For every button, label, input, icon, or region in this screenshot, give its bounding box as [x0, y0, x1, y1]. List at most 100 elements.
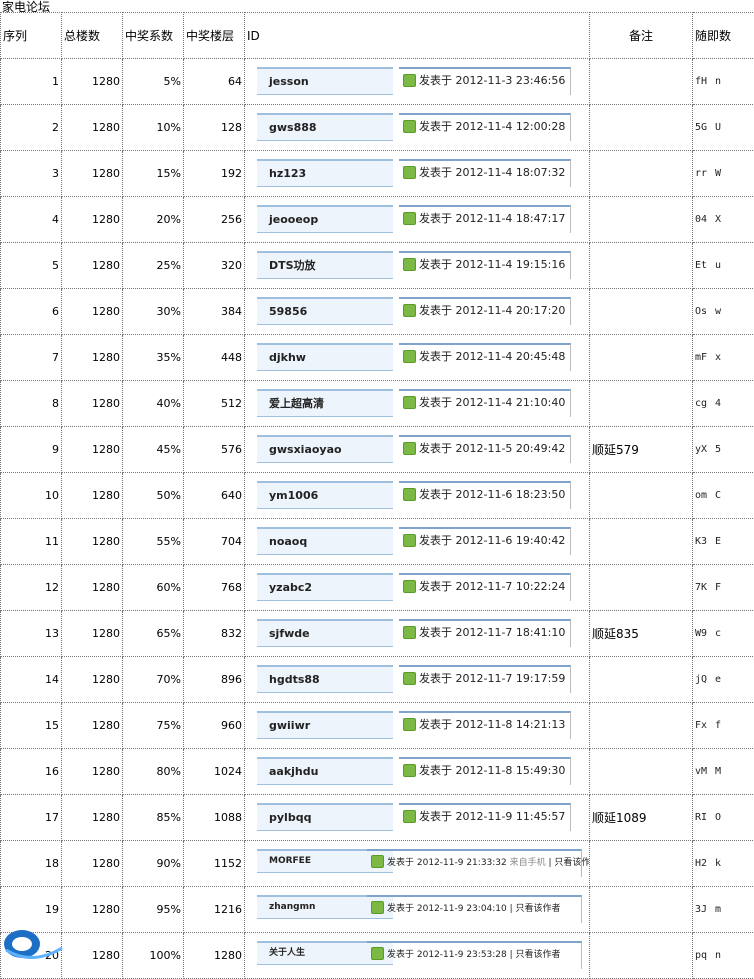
- post-icon: [403, 166, 416, 179]
- cell-total: 1280: [62, 795, 123, 841]
- cell-note: [590, 933, 693, 979]
- username-link[interactable]: sjfwde: [257, 619, 393, 647]
- only-author-link[interactable]: 只看该作者: [516, 950, 561, 960]
- cell-seq: 1: [1, 59, 62, 105]
- cell-rand: 3Jm: [693, 887, 754, 933]
- post-time: 2012-11-7 19:17:59: [456, 672, 566, 685]
- post-time: 2012-11-7 18:41:10: [456, 626, 566, 639]
- cell-seq: 12: [1, 565, 62, 611]
- cell-coef: 60%: [123, 565, 184, 611]
- cell-rand: H2k: [693, 841, 754, 887]
- cell-id: aakjhdu发表于 2012-11-8 15:49:30: [245, 749, 590, 795]
- rand-part-b: x: [715, 352, 735, 363]
- cell-seq: 9: [1, 427, 62, 473]
- cell-rand: W9c: [693, 611, 754, 657]
- username-link[interactable]: yzabc2: [257, 573, 393, 601]
- header-note: 备注: [590, 13, 693, 59]
- table-row: 4128020%256jeooeop发表于 2012-11-4 18:47:17…: [1, 197, 754, 243]
- post-snippet: sjfwde 发表于 2012-11-7 18:41:10: [247, 611, 587, 656]
- rand-part-b: w: [715, 306, 735, 317]
- username-link[interactable]: noaoq: [257, 527, 393, 555]
- username-link[interactable]: hgdts88: [257, 665, 393, 693]
- post-prefix: 发表于: [419, 488, 452, 501]
- username-link[interactable]: gws888: [257, 113, 393, 141]
- post-snippet: pylbqq发表于 2012-11-9 11:45:57: [247, 795, 587, 840]
- cell-id: hgdts88发表于 2012-11-7 19:17:59: [245, 657, 590, 703]
- username-link[interactable]: hz123: [257, 159, 393, 187]
- cell-floor: 320: [184, 243, 245, 289]
- cell-note: [590, 887, 693, 933]
- rand-part-b: u: [715, 260, 735, 271]
- cell-note: [590, 151, 693, 197]
- username-link[interactable]: gwiiwr: [257, 711, 393, 739]
- post-info: 发表于 2012-11-4 20:45:48: [399, 343, 571, 371]
- username-link[interactable]: pylbqq: [257, 803, 393, 831]
- post-icon: [371, 947, 384, 960]
- post-icon: [403, 718, 416, 731]
- post-info: 发表于 2012-11-4 21:10:40: [399, 389, 571, 417]
- post-icon: [403, 350, 416, 363]
- cell-coef: 15%: [123, 151, 184, 197]
- only-author-link[interactable]: 只看该作者: [516, 904, 561, 914]
- cell-total: 1280: [62, 519, 123, 565]
- rand-part-b: 4: [715, 398, 735, 409]
- cell-note: [590, 59, 693, 105]
- username-link[interactable]: jesson: [257, 67, 393, 95]
- cell-rand: 5GU: [693, 105, 754, 151]
- post-icon: [403, 626, 416, 639]
- post-time: 2012-11-4 20:17:20: [456, 304, 566, 317]
- post-prefix: 发表于: [419, 672, 452, 685]
- post-prefix: 发表于: [419, 534, 452, 547]
- cell-total: 1280: [62, 749, 123, 795]
- only-author-link[interactable]: 只看该作者: [554, 858, 589, 868]
- cell-seq: 13: [1, 611, 62, 657]
- post-info: 发表于 2012-11-3 23:46:56: [399, 67, 571, 95]
- cell-coef: 95%: [123, 887, 184, 933]
- rand-part-a: 7K: [695, 582, 715, 593]
- username-link[interactable]: 爱上超高清: [257, 389, 393, 417]
- post-snippet: noaoq发表于 2012-11-6 19:40:42: [247, 519, 587, 564]
- post-prefix: 发表于: [419, 396, 452, 409]
- rand-part-a: jQ: [695, 674, 715, 685]
- cell-note: [590, 105, 693, 151]
- rand-part-b: f: [715, 720, 735, 731]
- cell-seq: 4: [1, 197, 62, 243]
- header-total: 总楼数: [62, 13, 123, 59]
- post-snippet: jeooeop发表于 2012-11-4 18:47:17: [247, 197, 587, 242]
- post-info: 发表于 2012-11-9 11:45:57: [399, 803, 571, 831]
- rand-part-a: 3J: [695, 904, 715, 915]
- post-info: 发表于 2012-11-4 20:17:20: [399, 297, 571, 325]
- post-info: 发表于 2012-11-7 19:17:59: [399, 665, 571, 693]
- username-link[interactable]: ym1006: [257, 481, 393, 509]
- post-time: 2012-11-8 15:49:30: [456, 764, 566, 777]
- cell-total: 1280: [62, 335, 123, 381]
- cell-rand: mFx: [693, 335, 754, 381]
- username-link[interactable]: DTS功放: [257, 251, 393, 279]
- post-icon: [403, 580, 416, 593]
- post-prefix: 发表于: [419, 718, 452, 731]
- username-link[interactable]: gwsxiaoyao: [257, 435, 393, 463]
- cell-total: 1280: [62, 59, 123, 105]
- rand-part-b: O: [715, 812, 735, 823]
- cell-floor: 768: [184, 565, 245, 611]
- cell-coef: 35%: [123, 335, 184, 381]
- cell-floor: 704: [184, 519, 245, 565]
- username-link[interactable]: 59856: [257, 297, 393, 325]
- forum-logo: [2, 926, 128, 963]
- cell-floor: 64: [184, 59, 245, 105]
- cell-total: 1280: [62, 105, 123, 151]
- cell-total: 1280: [62, 381, 123, 427]
- cell-note: [590, 841, 693, 887]
- cell-coef: 85%: [123, 795, 184, 841]
- cell-seq: 7: [1, 335, 62, 381]
- username-link[interactable]: jeooeop: [257, 205, 393, 233]
- cell-total: 1280: [62, 151, 123, 197]
- username-link[interactable]: aakjhdu: [257, 757, 393, 785]
- rand-part-b: C: [715, 490, 735, 501]
- table-row: 13128065%832sjfwde发表于 2012-11-7 18:41:10…: [1, 611, 754, 657]
- cell-id: pylbqq发表于 2012-11-9 11:45:57: [245, 795, 590, 841]
- username-link[interactable]: djkhw: [257, 343, 393, 371]
- post-info: 发表于 2012-11-5 20:49:42: [399, 435, 571, 463]
- cell-total: 1280: [62, 197, 123, 243]
- post-prefix: 发表于: [419, 626, 452, 639]
